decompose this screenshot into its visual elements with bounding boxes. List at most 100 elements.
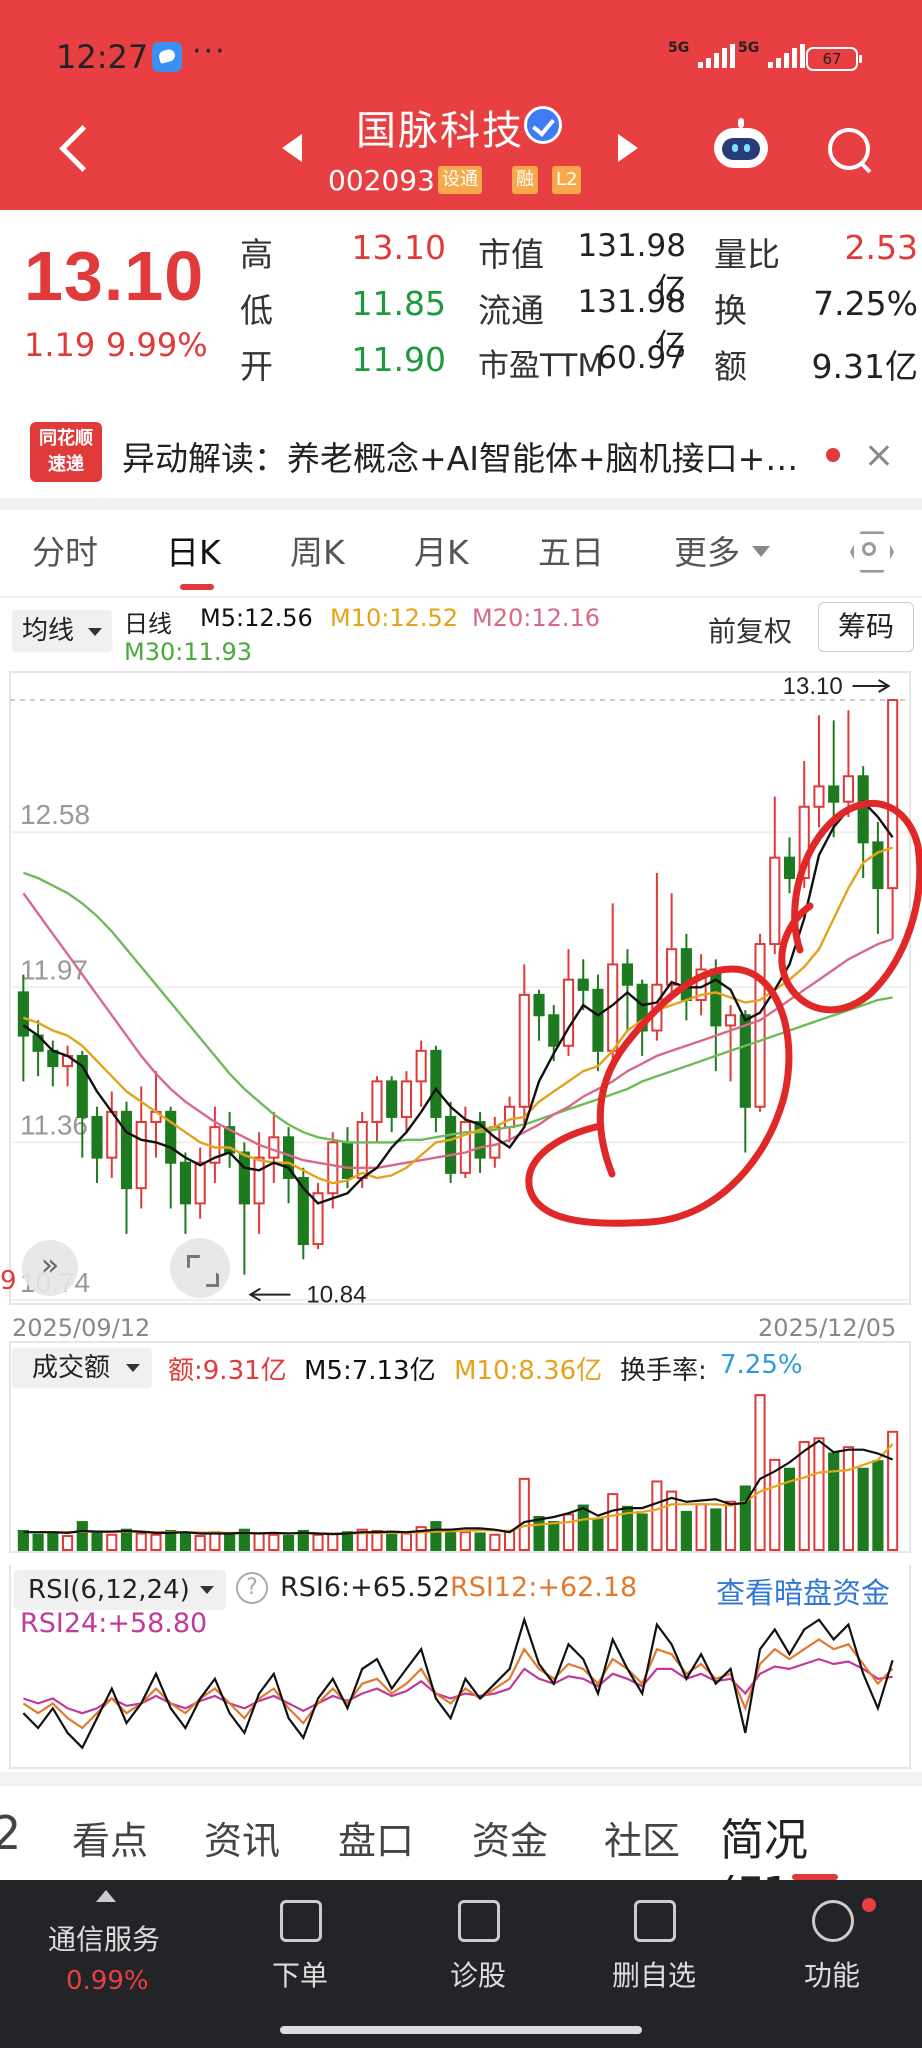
volume-bar-up — [135, 1532, 147, 1551]
settings-icon[interactable] — [850, 530, 890, 570]
news-logo-line2: 速递 — [48, 454, 84, 475]
news-logo: 同花顺 速递 — [30, 422, 102, 482]
search-icon[interactable] — [826, 126, 872, 172]
volume-bar-up — [887, 1430, 899, 1551]
volume-chart[interactable] — [0, 1340, 922, 1560]
tab-order-book[interactable]: 盘口 — [338, 1810, 414, 1865]
tab-monthly-k[interactable]: 月K — [414, 526, 469, 574]
stock-code: 002093 — [328, 164, 435, 197]
candle-down — [577, 978, 589, 991]
turnover-label: 换 — [714, 291, 747, 330]
volratio-label: 量比 — [714, 235, 780, 274]
prev-stock-icon[interactable] — [282, 134, 302, 162]
candle-up — [769, 856, 781, 946]
candle-down — [592, 988, 604, 1052]
rsi12-line — [22, 1638, 894, 1730]
volume-bar-up — [327, 1532, 339, 1551]
volume-bar-up — [518, 1477, 530, 1551]
sector-change: 0.99% — [66, 1966, 149, 1996]
volume-bar-up — [798, 1441, 810, 1552]
last-price: 13.10 — [24, 237, 205, 315]
volume-bar-down — [857, 1467, 869, 1552]
volratio-value: 2.53 — [844, 228, 918, 267]
volume-bar-up — [607, 1493, 619, 1551]
low-value: 11.85 — [351, 284, 446, 323]
robot-assistant-icon[interactable] — [712, 118, 770, 170]
pe-value: 60.97 — [597, 340, 686, 376]
functions-button[interactable]: 功能 — [772, 1900, 892, 2010]
tab-highlights[interactable]: 看点 — [72, 1810, 148, 1865]
tab-partial[interactable]: 2 — [0, 1806, 21, 1860]
candle-up — [887, 699, 899, 890]
fullscreen-icon[interactable] — [170, 1238, 230, 1298]
notification-dot-icon — [862, 1898, 876, 1912]
tab-daily-k[interactable]: 日K — [166, 526, 221, 574]
tab-news[interactable]: 资讯 — [204, 1810, 280, 1865]
tab-more[interactable]: 更多 — [674, 526, 740, 574]
candle-up — [489, 1126, 501, 1159]
expand-left-icon[interactable]: » — [22, 1240, 78, 1296]
order-button[interactable]: 下单 — [240, 1900, 360, 2010]
status-time: 12:27 — [56, 38, 149, 76]
candle-up — [724, 1014, 737, 1027]
tab-community[interactable]: 社区 — [604, 1810, 680, 1865]
candle-down — [238, 1151, 250, 1205]
remove-watchlist-button[interactable]: 删自选 — [594, 1900, 714, 2010]
tab-five-day[interactable]: 五日 — [538, 526, 604, 574]
candle-down — [120, 1110, 133, 1190]
indicator-dropdown[interactable]: 均线 — [12, 610, 112, 652]
price-adjust-toggle[interactable]: 前复权 — [708, 610, 792, 650]
candle-down — [341, 1141, 354, 1179]
battery-icon: 67 — [806, 47, 862, 71]
caret-down-icon — [88, 628, 102, 636]
volume-bar-up — [754, 1394, 766, 1551]
candle-up — [842, 775, 855, 803]
open-label: 开 — [240, 347, 273, 386]
sector-name[interactable]: 通信服务 — [48, 1918, 160, 1958]
home-indicator — [280, 2026, 642, 2034]
volume-bar-down — [430, 1521, 442, 1552]
candle-down — [533, 993, 545, 1017]
min-price-label: 10.84 — [306, 1282, 366, 1309]
close-icon[interactable] — [862, 438, 898, 474]
unread-dot-icon — [826, 448, 840, 462]
volume-bar-down — [91, 1531, 103, 1551]
candle-up — [356, 1121, 368, 1179]
candle-up — [371, 1080, 383, 1124]
volume-bar-up — [194, 1535, 206, 1552]
pe-label: 市盈TTM — [478, 348, 605, 384]
stock-name: 国脉科技 — [356, 108, 524, 154]
minus-square-icon — [634, 1900, 676, 1942]
back-icon[interactable] — [56, 122, 96, 178]
volume-bar-down — [636, 1513, 648, 1551]
amount-label: 额 — [714, 347, 747, 386]
kline-chart[interactable]: 12.5811.9711.3610.74 13.1010.84 — [0, 670, 922, 1310]
volume-bar-down — [32, 1533, 44, 1552]
max-price-label: 13.10 — [783, 673, 843, 700]
tab-funds[interactable]: 资金 — [472, 1810, 548, 1865]
volume-bar-down — [548, 1521, 560, 1552]
volume-bar-up — [459, 1531, 471, 1551]
chevron-up-icon[interactable] — [96, 1890, 116, 1902]
tab-intraday[interactable]: 分时 — [32, 526, 98, 574]
volume-bar-up — [503, 1529, 516, 1552]
volume-bar-down — [533, 1515, 545, 1552]
diagnose-button[interactable]: 诊股 — [418, 1900, 538, 2010]
low-label: 低 — [240, 291, 273, 330]
volume-bar-up — [666, 1490, 678, 1552]
volume-bar-down — [17, 1529, 29, 1552]
tab-weekly-k[interactable]: 周K — [290, 526, 345, 574]
next-stock-icon[interactable] — [618, 134, 638, 162]
candle-up — [666, 948, 678, 986]
volume-bar-up — [61, 1535, 74, 1552]
news-headline[interactable]: 异动解读：养老概念+AI智能体+脑机接口+… — [122, 432, 822, 480]
chips-button[interactable]: 筹码 — [818, 602, 914, 652]
candle-down — [783, 856, 796, 879]
candle-up — [106, 1110, 118, 1159]
period-label: 日线 — [124, 610, 172, 638]
volume-bar-down — [872, 1460, 884, 1551]
volume-bar-down — [47, 1532, 59, 1551]
verified-icon — [524, 106, 562, 144]
volume-bar-down — [577, 1504, 589, 1551]
rsi-chart[interactable] — [0, 1565, 922, 1770]
